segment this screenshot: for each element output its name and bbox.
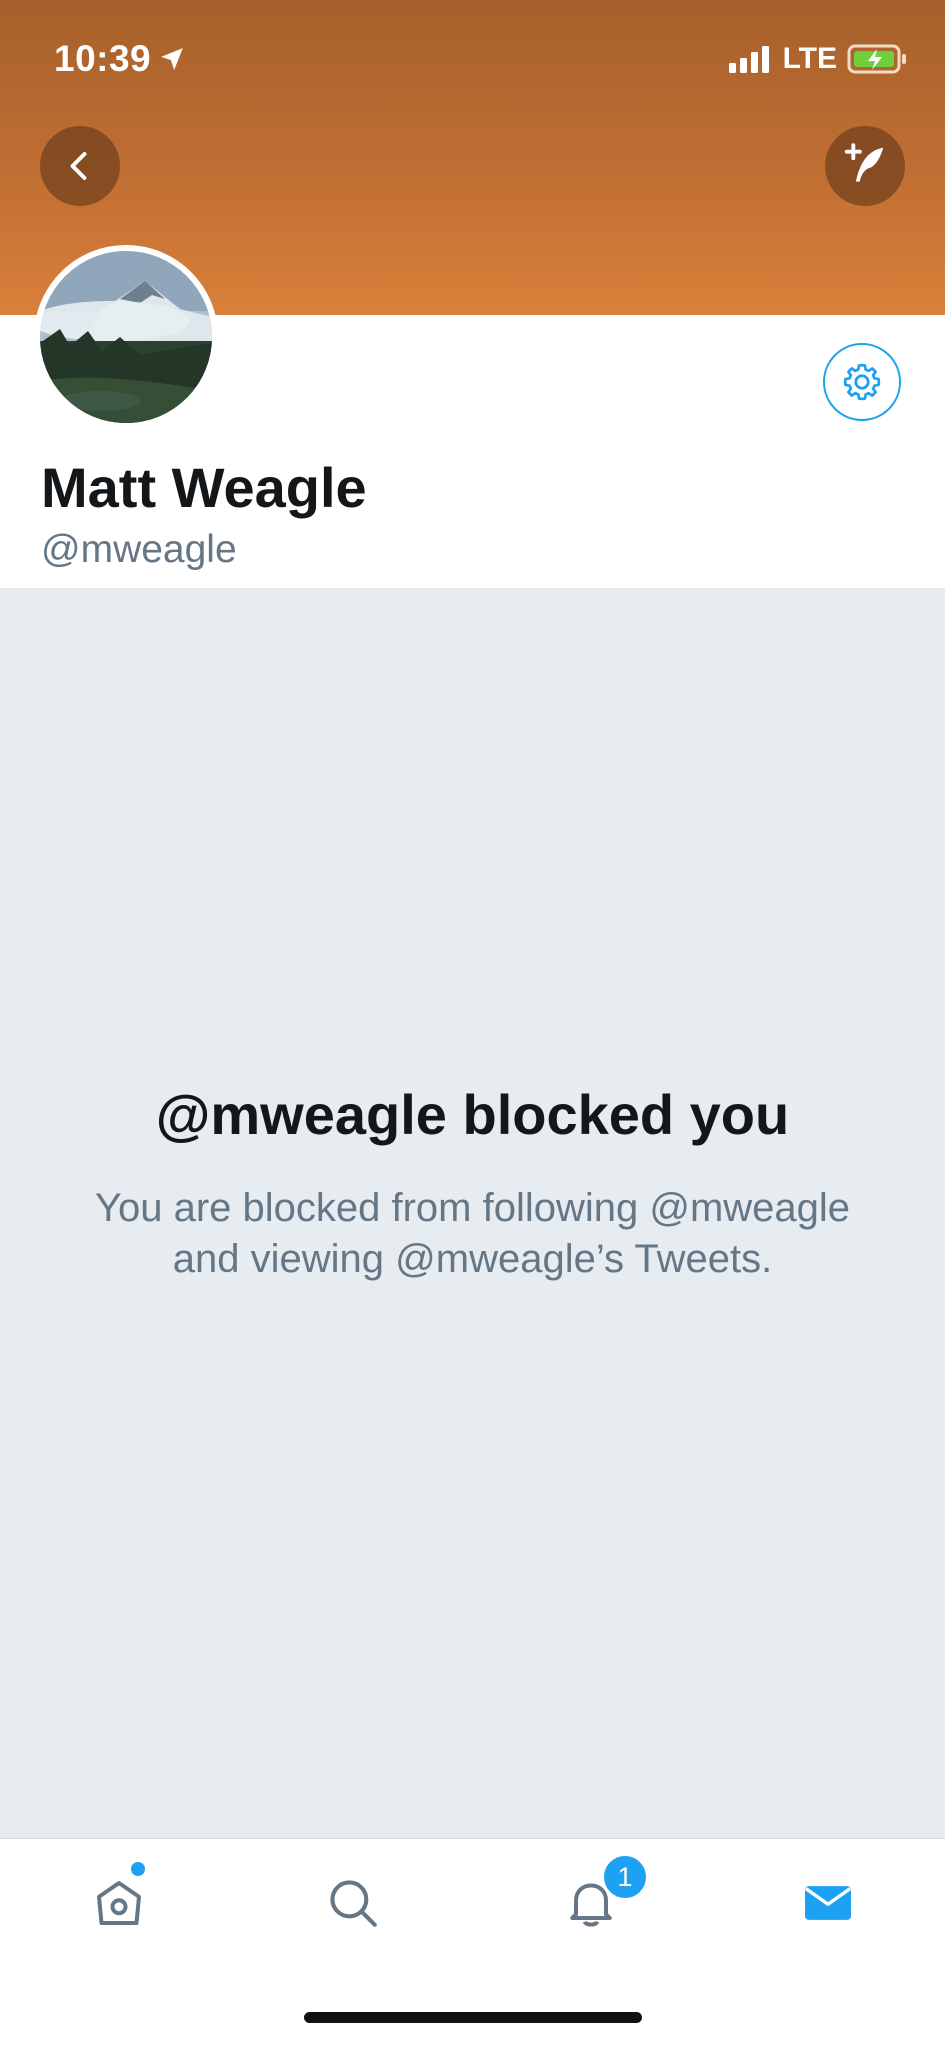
battery-charging-icon <box>847 44 906 74</box>
time-text: 10:39 <box>54 38 152 79</box>
network-type: LTE <box>782 42 837 75</box>
status-bar-right: LTE <box>728 42 909 76</box>
signal-icon <box>728 46 769 73</box>
compose-tweet-icon <box>844 143 884 182</box>
search-icon <box>330 1880 377 1927</box>
mail-icon <box>804 1886 852 1920</box>
profile-handle: @mweagle <box>41 528 237 571</box>
settings-button[interactable] <box>823 343 901 421</box>
avatar[interactable] <box>34 245 218 429</box>
tab-messages[interactable] <box>793 1868 863 1938</box>
profile-name: Matt Weagle <box>41 456 367 519</box>
gear-icon <box>843 363 881 401</box>
location-arrow-icon <box>161 48 183 70</box>
tab-search[interactable] <box>318 1868 388 1938</box>
home-icon <box>97 1881 141 1925</box>
blocked-message: You are blocked from following @mweagle … <box>94 1186 851 1281</box>
compose-tweet-button[interactable] <box>825 126 905 206</box>
blocked-title: @mweagle blocked you <box>155 1083 790 1146</box>
back-icon <box>70 152 87 180</box>
home-indicator <box>304 2012 642 2023</box>
home-unread-dot <box>131 1862 145 1876</box>
status-bar-time: 10:39 <box>54 38 185 80</box>
notification-badge: 1 <box>601 1853 649 1901</box>
tab-home[interactable] <box>84 1868 154 1938</box>
avatar-image <box>40 251 212 423</box>
back-button[interactable] <box>40 126 120 206</box>
